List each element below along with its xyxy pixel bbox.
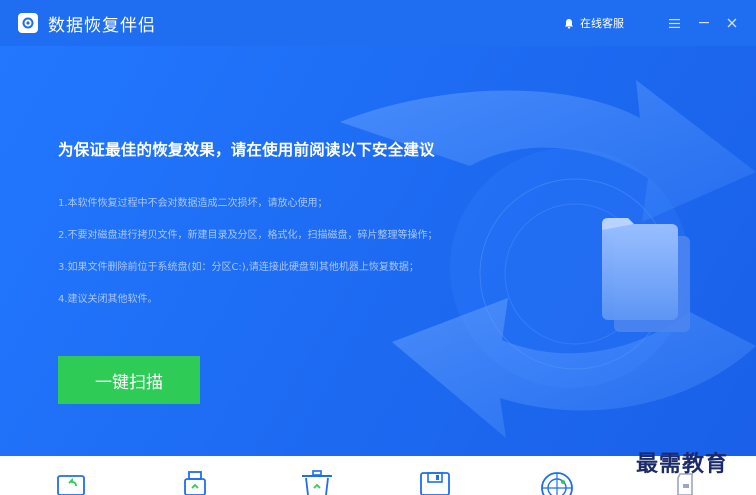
watermark-text: 最需教育 [636,451,729,477]
online-service-button[interactable]: 在线客服 [564,0,624,46]
title-bar: 数据恢复伴侣 在线客服 [0,0,756,46]
app-window: 数据恢复伴侣 在线客服 为保证最佳的恢复效果，请在使用前阅读以下安全建议 1.本… [0,0,756,495]
floppy-disk-icon[interactable] [418,470,452,495]
safety-tip-2: 2.不要对磁盘进行拷贝文件，新建目录及分区，格式化，扫描磁盘，碎片整理等操作； [58,230,438,241]
online-service-label: 在线客服 [580,17,624,30]
hamburger-menu-icon[interactable] [662,0,686,46]
usb-drive-icon[interactable] [180,470,210,495]
safety-tip-4: 4.建议关闭其他软件。 [58,294,158,305]
close-icon[interactable] [720,0,744,46]
one-click-scan-button[interactable]: 一键扫描 [58,356,200,404]
app-title: 数据恢复伴侣 [48,15,156,36]
safety-tip-1: 1.本软件恢复过程中不会对数据造成二次损坏，请放心使用； [58,198,328,209]
safety-tip-3: 3.如果文件删除前位于系统盘(如：分区C:),请连接此硬盘到其他机器上恢复数据； [58,262,419,273]
radar-scan-icon[interactable] [540,470,574,495]
camera-restore-icon [18,13,38,33]
restore-icon[interactable] [56,470,86,495]
minimize-icon[interactable] [692,0,716,46]
main-panel: 为保证最佳的恢复效果，请在使用前阅读以下安全建议 1.本软件恢复过程中不会对数据… [0,46,756,456]
safety-headline: 为保证最佳的恢复效果，请在使用前阅读以下安全建议 [58,141,435,159]
support-bell-icon [565,18,573,28]
recycle-bin-icon[interactable] [300,470,334,495]
